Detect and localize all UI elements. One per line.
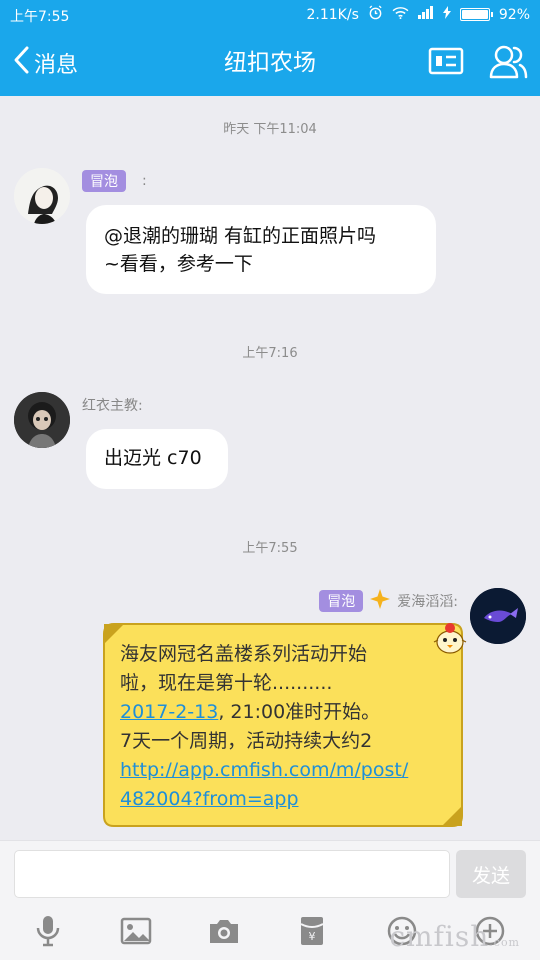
url-link-continued[interactable]: 482004?from=app bbox=[120, 788, 299, 810]
message-timestamp: 上午7:55 bbox=[242, 541, 298, 556]
microphone-icon[interactable] bbox=[28, 911, 68, 951]
message-text-line: @退潮的珊瑚 有缸的正面照片吗 bbox=[104, 225, 377, 247]
image-icon[interactable] bbox=[116, 911, 156, 951]
battery-fill bbox=[461, 10, 488, 19]
status-bar: 上午7:55 2.11K/s 92% bbox=[0, 0, 540, 30]
title-bar: 纽扣农场 消息 bbox=[0, 30, 540, 96]
network-speed: 2.11K/s bbox=[306, 6, 359, 23]
message-text-line: ~看看，参考一下 bbox=[104, 253, 253, 275]
message-text-line: 7天一个周期，活动持续大约2 bbox=[120, 730, 373, 752]
wifi-icon bbox=[392, 6, 409, 23]
status-time: 上午7:55 bbox=[10, 9, 70, 25]
sender-name: 爱海滔滔: bbox=[397, 594, 458, 610]
message-text-block: 海友网冠名盖楼系列活动开始 啦，现在是第十轮.......... 2017-2-… bbox=[120, 640, 450, 814]
watermark: cmfish.com bbox=[389, 920, 520, 953]
avatar[interactable] bbox=[14, 392, 70, 448]
message-bubble[interactable]: 出迈光 c70 bbox=[86, 429, 228, 489]
back-label: 消息 bbox=[34, 53, 79, 78]
svg-text:¥: ¥ bbox=[309, 930, 316, 943]
message-text-segment: , 21:00准时开始。 bbox=[218, 701, 381, 723]
chevron-left-icon bbox=[12, 45, 30, 81]
message-timestamp: 昨天 下午11:04 bbox=[223, 122, 317, 137]
battery-icon bbox=[459, 8, 493, 21]
alarm-icon bbox=[368, 5, 383, 24]
back-button[interactable]: 消息 bbox=[12, 30, 78, 96]
date-link[interactable]: 2017-2-13 bbox=[120, 701, 218, 723]
avatar[interactable] bbox=[14, 168, 70, 224]
group-members-button[interactable] bbox=[488, 43, 528, 83]
message-text-line: 啦，现在是第十轮.......... bbox=[120, 672, 333, 694]
sender-name: 红衣主教: bbox=[82, 398, 143, 414]
status-badge: 冒泡 bbox=[319, 590, 364, 612]
avatar[interactable] bbox=[470, 588, 526, 644]
camera-icon[interactable] bbox=[204, 911, 244, 951]
message-timestamp: 上午7:16 bbox=[242, 346, 298, 361]
battery-percent: 92% bbox=[498, 6, 530, 23]
charging-icon bbox=[442, 6, 451, 23]
message-text-line: 出迈光 c70 bbox=[104, 447, 202, 469]
group-profile-button[interactable] bbox=[428, 47, 464, 79]
signal-icon bbox=[417, 6, 434, 23]
send-button[interactable]: 发送 bbox=[456, 850, 526, 898]
status-badge: 冒泡 bbox=[82, 170, 126, 192]
url-link[interactable]: http://app.cmfish.com/m/post/ bbox=[120, 759, 408, 781]
sparkle-icon bbox=[369, 588, 391, 614]
red-packet-icon[interactable]: ¥ bbox=[292, 911, 332, 951]
sender-name: : bbox=[142, 173, 147, 189]
message-input[interactable] bbox=[14, 850, 450, 898]
message-text-line: 海友网冠名盖楼系列活动开始 bbox=[120, 643, 368, 665]
message-bubble[interactable]: @退潮的珊瑚 有缸的正面照片吗 ~看看，参考一下 bbox=[86, 205, 436, 294]
